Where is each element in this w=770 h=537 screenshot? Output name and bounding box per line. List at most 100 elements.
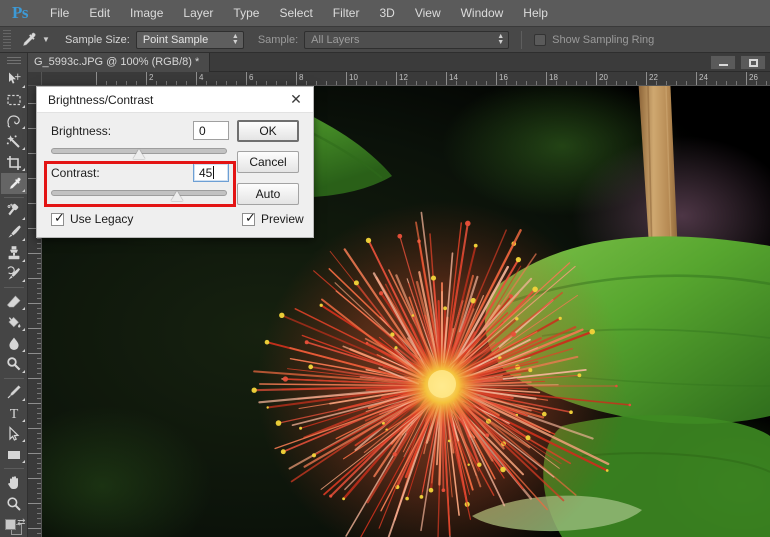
eraser-tool[interactable] bbox=[1, 291, 27, 312]
pen-tool[interactable] bbox=[1, 382, 27, 403]
crop-tool[interactable] bbox=[1, 152, 27, 173]
brightness-slider-thumb[interactable] bbox=[133, 149, 146, 159]
show-sampling-ring-checkbox[interactable] bbox=[534, 34, 546, 46]
menu-view[interactable]: View bbox=[405, 0, 451, 27]
menu-select[interactable]: Select bbox=[269, 0, 322, 27]
brightness-slider[interactable] bbox=[51, 145, 227, 159]
foreground-color-swatch[interactable] bbox=[5, 519, 16, 530]
brightness-contrast-dialog[interactable]: Brightness/Contrast ✕ Brightness: 0 Cont… bbox=[36, 86, 314, 238]
ruler-tick-minor bbox=[736, 81, 737, 85]
ruler-tick-minor bbox=[486, 81, 487, 85]
ruler-tick-minor-v bbox=[37, 488, 41, 489]
minimize-button[interactable] bbox=[710, 55, 736, 70]
menu-file[interactable]: File bbox=[40, 0, 79, 27]
menu-image[interactable]: Image bbox=[120, 0, 173, 27]
tools-panel-grip[interactable] bbox=[7, 57, 21, 66]
ruler-tick-minor bbox=[176, 81, 177, 85]
tool-preset-chevron-down-icon[interactable]: ▼ bbox=[41, 29, 51, 51]
text-caret bbox=[213, 166, 214, 179]
ruler-label: 8 bbox=[299, 73, 303, 82]
history-brush-tool[interactable] bbox=[1, 264, 27, 285]
sample-size-select[interactable]: Point Sample ▲ ▼ bbox=[136, 31, 244, 49]
clone-stamp-tool[interactable] bbox=[1, 243, 27, 264]
ruler-tick-minor-v bbox=[37, 468, 41, 469]
ruler-label: 2 bbox=[149, 73, 153, 82]
color-swatches[interactable]: ⇄ bbox=[1, 516, 27, 537]
ruler-tick-minor bbox=[356, 81, 357, 85]
cancel-button[interactable]: Cancel bbox=[237, 151, 299, 173]
chevron-updown-icon: ▲ ▼ bbox=[232, 34, 239, 46]
close-icon[interactable]: ✕ bbox=[285, 90, 307, 110]
auto-button[interactable]: Auto bbox=[237, 183, 299, 205]
ruler-tick-major-v bbox=[28, 453, 42, 454]
dodge-tool[interactable] bbox=[1, 354, 27, 375]
contrast-slider-thumb[interactable] bbox=[171, 191, 184, 201]
ruler-tick-minor bbox=[436, 81, 437, 85]
menu-filter[interactable]: Filter bbox=[323, 0, 370, 27]
ruler-tick-major bbox=[496, 72, 497, 86]
menu-edit[interactable]: Edit bbox=[79, 0, 120, 27]
preview-checkbox[interactable]: ✓ Preview bbox=[242, 212, 304, 226]
ruler-tick-minor bbox=[106, 81, 107, 85]
ruler-tick-minor-v bbox=[37, 368, 41, 369]
menu-layer[interactable]: Layer bbox=[173, 0, 223, 27]
ruler-tick-minor bbox=[726, 81, 727, 85]
tools-divider-3 bbox=[4, 378, 24, 379]
tool-corner-icon bbox=[22, 168, 25, 171]
ruler-tick-minor bbox=[616, 81, 617, 85]
hand-tool[interactable] bbox=[1, 472, 27, 493]
rectangular-marquee-tool[interactable] bbox=[1, 90, 27, 111]
ruler-tick-minor-v bbox=[37, 433, 41, 434]
spot-healing-brush-tool[interactable] bbox=[1, 201, 27, 222]
contrast-input[interactable]: 45 bbox=[193, 163, 229, 182]
brightness-value: 0 bbox=[199, 124, 206, 138]
type-tool[interactable]: T bbox=[1, 403, 27, 424]
dialog-title-bar[interactable]: Brightness/Contrast ✕ bbox=[37, 87, 313, 113]
tool-corner-icon bbox=[22, 189, 25, 192]
menu-help[interactable]: Help bbox=[513, 0, 558, 27]
restore-button[interactable] bbox=[740, 55, 766, 70]
swap-colors-icon[interactable]: ⇄ bbox=[17, 518, 25, 528]
ruler-tick-minor bbox=[416, 81, 417, 85]
tools-divider-1 bbox=[4, 197, 24, 198]
sample-select[interactable]: All Layers ▲ ▼ bbox=[304, 31, 509, 49]
paint-bucket-tool[interactable] bbox=[1, 312, 27, 333]
ruler-tick-major-v bbox=[28, 503, 42, 504]
ruler-tick-minor bbox=[426, 81, 427, 85]
magic-wand-tool[interactable] bbox=[1, 131, 27, 152]
blur-tool[interactable] bbox=[1, 333, 27, 354]
brush-tool[interactable] bbox=[1, 222, 27, 243]
ruler-tick-minor bbox=[466, 81, 467, 85]
document-tab[interactable]: G_5993c.JPG @ 100% (RGB/8) * bbox=[28, 53, 210, 72]
ok-button[interactable]: OK bbox=[237, 120, 299, 142]
contrast-slider[interactable] bbox=[51, 187, 227, 201]
menu-window[interactable]: Window bbox=[451, 0, 514, 27]
horizontal-ruler[interactable]: 2 4 6 8 10 12 14 16 18 20 22 24 26 bbox=[42, 72, 770, 86]
ruler-tick-minor bbox=[266, 81, 267, 85]
menu-type[interactable]: Type bbox=[223, 0, 269, 27]
ruler-tick-minor bbox=[456, 81, 457, 85]
use-legacy-checkbox[interactable]: ✓ Use Legacy bbox=[51, 212, 133, 226]
checkmark-icon-2: ✓ bbox=[245, 212, 256, 225]
ruler-tick-major bbox=[596, 72, 597, 86]
options-bar-grip[interactable] bbox=[3, 30, 11, 50]
eyedropper-icon bbox=[15, 29, 41, 51]
ruler-tick-minor bbox=[386, 81, 387, 85]
eyedropper-tool[interactable] bbox=[1, 173, 27, 194]
ruler-tick-minor bbox=[676, 81, 677, 85]
rectangle-shape-tool[interactable] bbox=[1, 444, 27, 465]
ruler-tick-minor-v bbox=[37, 513, 41, 514]
ruler-tick-minor-v bbox=[37, 363, 41, 364]
brightness-input[interactable]: 0 bbox=[193, 121, 229, 140]
ruler-tick-minor bbox=[256, 81, 257, 85]
tool-corner-icon bbox=[22, 370, 25, 373]
ruler-corner[interactable] bbox=[28, 72, 42, 86]
ruler-tick-major bbox=[196, 72, 197, 86]
move-tool[interactable] bbox=[1, 69, 27, 90]
sample-value: All Layers bbox=[311, 34, 359, 46]
zoom-tool[interactable] bbox=[1, 493, 27, 514]
lasso-tool[interactable] bbox=[1, 110, 27, 131]
path-selection-tool[interactable] bbox=[1, 424, 27, 445]
ruler-tick-minor bbox=[186, 81, 187, 85]
menu-3d[interactable]: 3D bbox=[369, 0, 404, 27]
